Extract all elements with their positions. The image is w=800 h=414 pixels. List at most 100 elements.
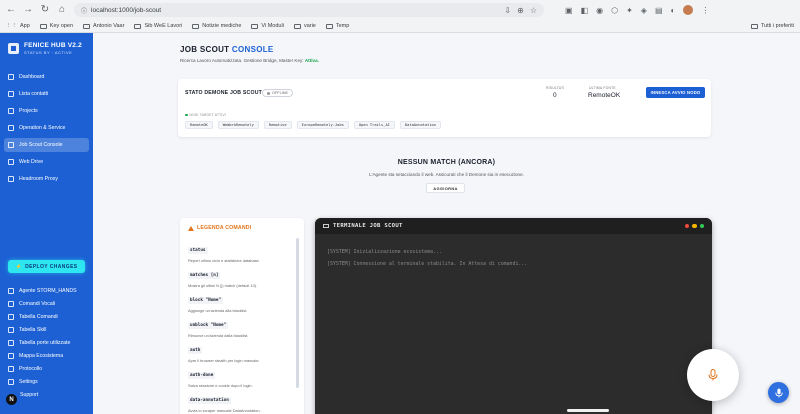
brand-status: STATUS BY · ACTIVE: [24, 50, 73, 55]
sidebar-item-ports-table[interactable]: Tabella porte utilizzate: [4, 337, 89, 348]
terminal-icon: [8, 142, 14, 148]
apps-grid-icon: ⋮⋮: [6, 23, 17, 29]
download-icon[interactable]: ⇩: [504, 6, 511, 15]
extension-icon[interactable]: ◉: [596, 6, 603, 15]
dashboard-icon: [8, 74, 14, 80]
page-subtitle: Ricerca Lavoro Automatizzata. Gestione B…: [180, 58, 319, 63]
gear-icon: [8, 378, 14, 385]
sidebar-item-contacts[interactable]: Lista contatti: [4, 87, 89, 101]
folder-icon: [293, 23, 301, 29]
bookmark-folder[interactable]: Key open: [39, 23, 73, 29]
url-text: localhost:1000/job-scout: [91, 6, 162, 14]
target-chip: WeWorkRemotely: [217, 121, 259, 129]
operation-icon: [8, 125, 14, 131]
site-info-icon[interactable]: ⓘ: [81, 6, 87, 15]
sidebar-nav: Dashboard Lista contatti Projects Operat…: [4, 70, 89, 189]
star-icon[interactable]: ☆: [530, 6, 537, 15]
sidebar-item-voice-commands[interactable]: Comandi Vocali: [4, 298, 89, 309]
zoom-icon[interactable]: ⊕: [517, 6, 524, 15]
microphone-icon: [774, 388, 783, 397]
home-icon[interactable]: ⌂: [57, 5, 67, 15]
sidebar-item-job-scout[interactable]: Job Scout Console: [4, 138, 89, 152]
bookmark-folder[interactable]: Antonio Vaar: [83, 23, 124, 29]
bookmark-folder[interactable]: varie: [293, 23, 316, 29]
terminal-input-handle[interactable]: [567, 409, 609, 412]
command-item: matches [n] Mostra gli ultimi N (|) match…: [188, 272, 258, 288]
table-icon: [8, 313, 14, 320]
target-chip: DataAnnotation: [399, 121, 441, 129]
sidebar-item-protocol[interactable]: Protocollo: [4, 363, 89, 374]
target-chip: Open Trails_AI: [353, 121, 395, 129]
sidebar-item-ecosystem-map[interactable]: Mappa Ecosistema: [4, 350, 89, 361]
warning-icon: [188, 225, 194, 231]
brand: FENICE HUB V2.2 STATUS BY · ACTIVE: [0, 33, 93, 61]
drive-icon: [8, 159, 14, 165]
back-icon[interactable]: ←: [6, 5, 16, 15]
sidebar-item-skill-table[interactable]: Tabella Skill: [4, 324, 89, 335]
terminal-panel[interactable]: TERMINALE JOB SCOUT [SYSTEM] Inizializza…: [315, 218, 712, 414]
reload-icon[interactable]: ↻: [40, 5, 50, 15]
folder-icon: [39, 23, 47, 29]
extension-icon[interactable]: ◐: [671, 6, 676, 15]
folder-icon: [750, 23, 758, 29]
offline-dot-icon: [267, 91, 270, 95]
sidebar-item-operation[interactable]: Operation & Service: [4, 121, 89, 135]
profile-avatar[interactable]: [683, 5, 694, 15]
contacts-icon: [8, 91, 14, 97]
brand-name: FENICE HUB V2.2: [24, 42, 82, 49]
extension-icon[interactable]: ◈: [641, 6, 647, 15]
extension-icon[interactable]: ⬡: [611, 6, 618, 15]
legend-title: LEGENDA COMANDI: [188, 225, 251, 231]
targets-label: NODI TARGET ATTIVI: [185, 113, 226, 117]
terminal-icon: [323, 224, 329, 228]
deploy-button[interactable]: ⚡ DEPLOY CHANGES: [8, 260, 85, 273]
matches-label: RISULTATI: [546, 86, 565, 90]
matches-value: 0: [553, 92, 557, 99]
extension-icon[interactable]: ▤: [655, 6, 663, 15]
map-icon: [8, 352, 14, 359]
bookmark-apps[interactable]: ⋮⋮ App: [6, 23, 30, 29]
sidebar-item-headroom-proxy[interactable]: Headroom Proxy: [4, 172, 89, 186]
target-chip: Remotive: [263, 121, 292, 129]
maximize-dot-icon[interactable]: [699, 223, 704, 229]
terminal-title: TERMINALE JOB SCOUT: [323, 223, 403, 229]
voice-assistant-button[interactable]: [687, 349, 739, 401]
sidebar-item-dashboard[interactable]: Dashboard: [4, 70, 89, 84]
refresh-button[interactable]: AGGIORNA: [426, 183, 465, 193]
active-dot-icon: [185, 113, 188, 117]
extension-icon[interactable]: ▣: [565, 6, 573, 15]
sidebar-item-projects[interactable]: Projects: [4, 104, 89, 118]
menu-icon[interactable]: ⋮: [701, 6, 709, 15]
command-item: status Report ultimo ciclo e statistiche …: [188, 247, 260, 263]
sidebar-item-agent[interactable]: Agente STORM_HANDS: [4, 285, 89, 296]
bookmark-folder[interactable]: Notizie mediche: [192, 23, 241, 29]
folder-icon: [325, 23, 333, 29]
target-chip: RemoteOK: [185, 121, 213, 129]
folder-icon: [192, 23, 200, 29]
daemon-status-label: STATO DEMONE JOB SCOUT: [185, 90, 263, 96]
bookmark-folder[interactable]: Temp: [325, 23, 349, 29]
address-bar[interactable]: ⓘ localhost:1000/job-scout ⇩ ⊕ ☆: [74, 3, 544, 17]
source-value: RemoteOK: [588, 92, 621, 99]
extension-icon[interactable]: ✦: [626, 6, 633, 15]
forward-icon[interactable]: →: [23, 5, 33, 15]
legend-scrollbar[interactable]: [296, 238, 299, 388]
close-dot-icon[interactable]: [684, 223, 689, 229]
sidebar-bottom-nav: Agente STORM_HANDS Comandi Vocali Tabell…: [4, 285, 89, 402]
commands-legend: LEGENDA COMANDI status Report ultimo cicl…: [180, 218, 304, 414]
n-badge-icon[interactable]: N: [6, 394, 17, 405]
command-item: unblock "Nome" Rimuove un'azienda dalla b…: [188, 322, 249, 338]
mic-button[interactable]: [768, 382, 789, 403]
bookmark-folder[interactable]: Sib WeE Lavori: [134, 23, 182, 29]
microphone-icon: [708, 369, 718, 381]
bookmark-folder[interactable]: Vi Moduli: [251, 23, 284, 29]
sidebar-item-settings[interactable]: Settings: [4, 376, 89, 387]
command-item: block "Nome" Aggiunge un'azienda alla bla…: [188, 297, 248, 313]
sidebar-item-commands-table[interactable]: Tabella Comandi: [4, 311, 89, 322]
extension-icon[interactable]: ◧: [581, 6, 589, 15]
all-bookmarks[interactable]: Tutti i preferiti: [750, 23, 794, 29]
logo-icon: [8, 43, 19, 54]
minimize-dot-icon[interactable]: [692, 223, 697, 229]
start-node-button[interactable]: INNESCA AVVIO NODO: [646, 87, 705, 98]
sidebar-item-web-drive[interactable]: Web Drive: [4, 155, 89, 169]
